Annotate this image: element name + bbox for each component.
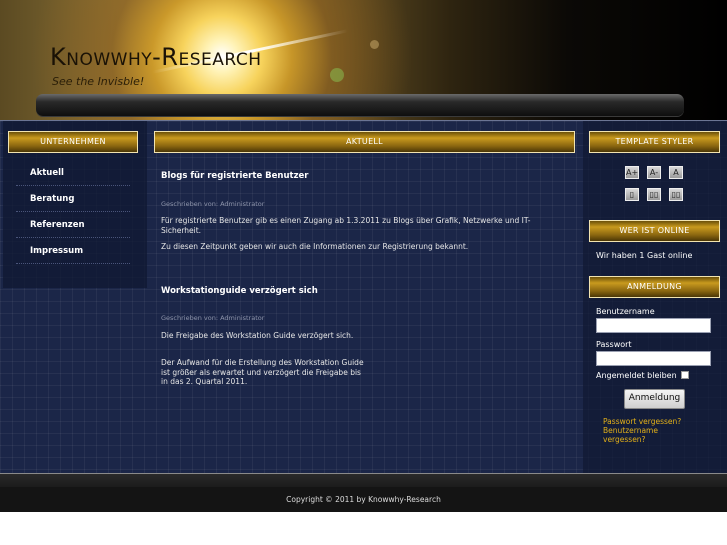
post-paragraph: Der Aufwand für die Erstellung des Works…	[161, 358, 364, 386]
login-heading: ANMELDUNG	[589, 276, 720, 298]
forgot-username-line: Benutzername	[603, 426, 658, 435]
site-slogan: See the Invisble!	[52, 75, 145, 88]
page: Knowwhy-Research See the Invisble! UNTER…	[0, 0, 727, 545]
remember-me-label: Angemeldet bleiben	[596, 371, 677, 380]
online-count-text: Wir haben 1 Gast online	[596, 251, 693, 260]
font-decrease-button[interactable]: A-	[647, 166, 661, 179]
post-paragraph: Zu diesen Zeitpunkt geben wir auch die I…	[161, 242, 469, 251]
footer: Copyright © 2011 by Knowwhy-Research	[0, 487, 727, 512]
post-meta: Geschrieben von: Administrator	[161, 314, 265, 322]
header-banner: Knowwhy-Research See the Invisble!	[0, 0, 727, 120]
post-paragraph: Die Freigabe des Workstation Guide verzö…	[161, 331, 354, 340]
forgot-username-link[interactable]: Benutzername vergessen?	[603, 426, 658, 444]
layout-wide-button[interactable]: ▯▯	[669, 188, 683, 201]
bottom-strip	[0, 473, 727, 488]
nav-item-impressum[interactable]: Impressum	[16, 239, 130, 264]
font-reset-button[interactable]: A	[669, 166, 683, 179]
who-is-online-heading: WER IST ONLINE	[589, 220, 720, 242]
site-title[interactable]: Knowwhy-Research	[50, 43, 261, 71]
center-heading: AKTUELL	[154, 131, 575, 153]
nav-item-label: Aktuell	[30, 168, 64, 178]
username-input[interactable]	[596, 318, 711, 333]
nav-item-label: Referenzen	[30, 220, 85, 230]
password-label: Passwort	[596, 340, 632, 349]
nav-item-referenzen[interactable]: Referenzen	[16, 213, 130, 238]
post-meta: Geschrieben von: Administrator	[161, 200, 265, 208]
nav-item-label: Beratung	[30, 194, 75, 204]
password-input[interactable]	[596, 351, 711, 366]
nav-item-aktuell[interactable]: Aktuell	[16, 161, 130, 186]
header-bar	[36, 94, 684, 116]
nav-item-label: Impressum	[30, 246, 84, 256]
forgot-password-link[interactable]: Passwort vergessen?	[603, 417, 681, 426]
layout-narrow-button[interactable]: ▯	[625, 188, 639, 201]
post-title[interactable]: Workstationguide verzögert sich	[161, 286, 318, 296]
lens-flare-decoration	[330, 68, 344, 82]
nav-item-beratung[interactable]: Beratung	[16, 187, 130, 212]
lens-flare-decoration	[370, 40, 379, 49]
login-button[interactable]: Anmeldung	[624, 389, 685, 409]
post-title[interactable]: Blogs für registrierte Benutzer	[161, 171, 308, 181]
template-styler-heading: TEMPLATE STYLER	[589, 131, 720, 153]
username-label: Benutzername	[596, 307, 655, 316]
main-area: UNTERNEHMEN Aktuell Beratung Referenzen …	[0, 120, 727, 474]
left-heading: UNTERNEHMEN	[8, 131, 138, 153]
remember-me-checkbox[interactable]	[681, 371, 689, 379]
post-paragraph: Für registrierte Benutzer gib es einen Z…	[161, 216, 531, 235]
forgot-username-line: vergessen?	[603, 435, 646, 444]
copyright-text: Copyright © 2011 by Knowwhy-Research	[286, 495, 441, 504]
layout-medium-button[interactable]: ▯▯	[647, 188, 661, 201]
font-increase-button[interactable]: A+	[625, 166, 639, 179]
